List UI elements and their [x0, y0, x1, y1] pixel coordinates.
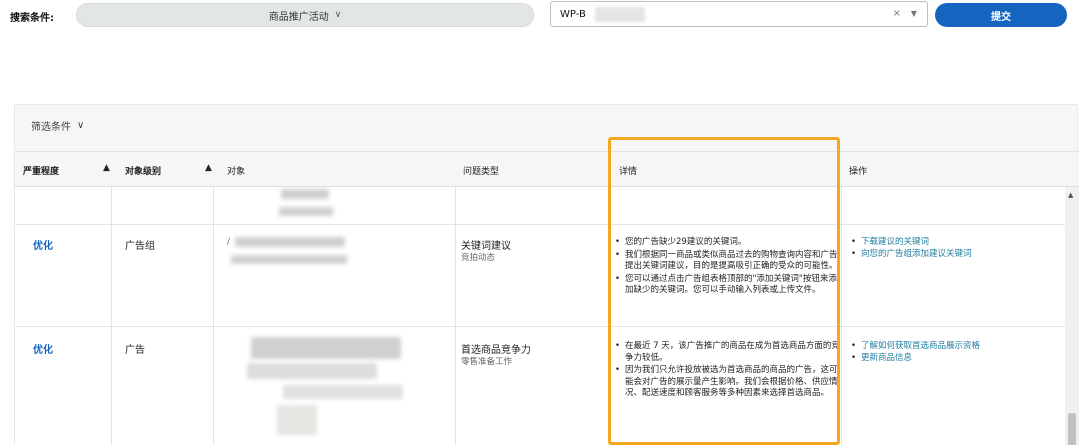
scrollbar-thumb[interactable]: [1068, 413, 1076, 445]
column-header-level[interactable]: 对象级别: [125, 164, 161, 177]
action-link-download-keywords[interactable]: 下载建议的关键词: [851, 237, 1051, 249]
object-name: /: [227, 237, 231, 247]
redacted-image: [277, 405, 317, 435]
scroll-up-icon[interactable]: ▲: [1068, 191, 1073, 199]
action-link-add-keywords[interactable]: 向您的广告组添加建议关键词: [851, 249, 1051, 261]
table-row: 优化 广告 首选商品竞争力 零售准备工作 在最近 7 天，该广告推广的商品在成为…: [15, 327, 1065, 445]
campaign-type-select[interactable]: 商品推广活动 ∨: [76, 3, 534, 27]
severity-label[interactable]: 优化: [33, 237, 53, 252]
details-list: 您的广告缺少29建议的关键词。 我们根据同一商品或类似商品过去的购物查询内容和广…: [615, 237, 841, 298]
sort-up-icon[interactable]: ▲: [103, 163, 110, 173]
detail-item: 我们根据同一商品或类似商品过去的购物查询内容和广告提出关键词建议，目的是提高吸引…: [615, 250, 841, 273]
detail-item: 因为我们只允许投放被选为首选商品的商品的广告，这可能会对广告的展示量产生影响。我…: [615, 365, 841, 400]
sort-up-icon[interactable]: ▲: [205, 163, 212, 173]
redacted-text: [231, 255, 347, 264]
action-link-update-product[interactable]: 更新商品信息: [851, 353, 1051, 365]
column-header-object: 对象: [227, 167, 246, 177]
actions-list: 下载建议的关键词 向您的广告组添加建议关键词: [851, 237, 1051, 260]
column-header-issue-type: 问题类型: [463, 167, 500, 177]
detail-item: 在最近 7 天，该广告推广的商品在成为首选商品方面的竞争力较低。: [615, 341, 841, 364]
submit-button[interactable]: 提交: [935, 3, 1067, 27]
table-row: [15, 187, 1065, 225]
object-level: 广告: [125, 345, 145, 356]
chevron-down-icon: ∨: [334, 10, 342, 20]
redacted-text: [235, 237, 345, 247]
search-input-value: WP-B: [560, 9, 586, 20]
details-list: 在最近 7 天，该广告推广的商品在成为首选商品方面的竞争力较低。 因为我们只允许…: [615, 341, 841, 401]
table-header: 严重程度 ▲ 对象级别 ▲ 对象 问题类型 详情 操作: [15, 151, 1079, 187]
column-header-severity[interactable]: 严重程度: [23, 164, 59, 177]
redacted-image: [251, 337, 401, 359]
redacted-text: [281, 189, 329, 199]
campaign-type-value: 商品推广活动: [268, 11, 329, 23]
dropdown-icon[interactable]: ▼: [911, 9, 917, 18]
object-level: 广告组: [125, 241, 155, 252]
search-input[interactable]: WP-B × ▼: [550, 1, 928, 27]
filter-toggle[interactable]: 筛选条件 ∨: [31, 118, 84, 133]
actions-list: 了解如何获取首选商品展示资格 更新商品信息: [851, 341, 1051, 364]
redacted-text: [247, 363, 377, 379]
clear-icon[interactable]: ×: [893, 8, 901, 19]
chevron-down-icon: ∨: [77, 120, 85, 131]
table-row: 优化 广告组 / 关键词建议 竞拍动态 您的广告缺少29建议的关键词。 我们根据…: [15, 225, 1065, 327]
filter-label: 筛选条件: [31, 122, 71, 133]
issue-type: 关键词建议: [461, 241, 511, 252]
table-body: 优化 广告组 / 关键词建议 竞拍动态 您的广告缺少29建议的关键词。 我们根据…: [15, 187, 1065, 445]
column-header-actions: 操作: [849, 167, 868, 177]
action-link-featured-offer[interactable]: 了解如何获取首选商品展示资格: [851, 341, 1051, 353]
vertical-scrollbar[interactable]: ▲: [1065, 187, 1079, 445]
issue-subtype: 竞拍动态: [461, 253, 496, 263]
search-bar: 搜索条件: 商品推广活动 ∨ WP-B × ▼ 提交: [0, 0, 1080, 34]
column-header-details: 详情: [619, 167, 638, 177]
issue-subtype: 零售准备工作: [461, 357, 513, 367]
search-label: 搜索条件:: [10, 13, 54, 24]
redacted-text: [279, 207, 333, 216]
issues-table: 筛选条件 ∨ 严重程度 ▲ 对象级别 ▲ 对象 问题类型 详情 操作 优化 广告…: [14, 104, 1079, 445]
redacted-text: [283, 385, 403, 399]
detail-item: 您的广告缺少29建议的关键词。: [615, 237, 841, 249]
issue-type: 首选商品竞争力: [461, 345, 531, 356]
detail-item: 您可以通过点击广告组表格顶部的"添加关键词"按钮来添加缺少的关键词。您可以手动输…: [615, 274, 841, 297]
redacted-text: [595, 7, 645, 22]
severity-label[interactable]: 优化: [33, 341, 53, 356]
